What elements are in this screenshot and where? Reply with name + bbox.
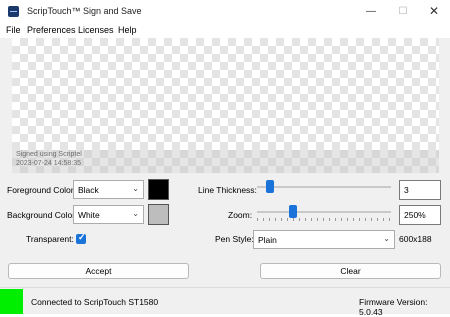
transparent-label: Transparent: (26, 234, 74, 244)
pen-style-select[interactable]: Plain ⌄ (253, 230, 395, 249)
foreground-color-value: Black (78, 185, 99, 195)
pen-size-text: 600x188 (399, 234, 432, 244)
status-bar: Connected to ScripTouch ST1580 Firmware … (0, 287, 450, 317)
line-thickness-value: 3 (404, 185, 409, 195)
signature-canvas[interactable]: Signed using Scriptel 2023-07-24 14:58:3… (12, 38, 439, 173)
chevron-down-icon: ⌄ (132, 184, 139, 193)
chevron-down-icon: ⌄ (132, 209, 139, 218)
firmware-version-text: Firmware Version: 5.0.43 (359, 297, 428, 317)
menu-licenses[interactable]: Licenses (78, 25, 114, 35)
foreground-color-swatch[interactable] (148, 179, 169, 200)
zoom-value: 250% (404, 210, 426, 220)
signed-using-text: Signed using Scriptel (16, 151, 82, 158)
close-button[interactable]: ✕ (418, 0, 450, 23)
zoom-label: Zoom: (228, 210, 253, 220)
line-thickness-label: Line Thickness: (198, 185, 257, 195)
accept-button[interactable]: Accept (8, 263, 189, 279)
background-color-value: White (78, 210, 100, 220)
checkmark-icon: ✓ (78, 232, 86, 242)
line-thickness-slider[interactable] (257, 178, 391, 196)
window-title: ScripTouch™ Sign and Save (27, 6, 142, 16)
minimize-button[interactable]: — (355, 0, 387, 23)
slider-ticks (257, 218, 391, 221)
slider-track (257, 186, 391, 188)
maximize-button[interactable]: ☐ (387, 0, 419, 23)
menu-help[interactable]: Help (118, 25, 137, 35)
slider-thumb[interactable] (289, 205, 298, 218)
clear-button[interactable]: Clear (260, 263, 441, 279)
transparent-checkbox[interactable]: ✓ (76, 232, 86, 244)
foreground-color-select[interactable]: Black ⌄ (73, 180, 144, 199)
title-bar: ScripTouch™ Sign and Save — ☐ ✕ (0, 0, 450, 23)
pen-style-label: Pen Style: (215, 234, 254, 244)
pen-style-value: Plain (258, 235, 277, 245)
menu-file[interactable]: File (6, 25, 21, 35)
background-color-select[interactable]: White ⌄ (73, 205, 144, 224)
menu-preferences[interactable]: Preferences (27, 25, 76, 35)
signature-timestamp: 2023-07-24 14:58:35 (16, 160, 81, 167)
app-window: ScripTouch™ Sign and Save — ☐ ✕ File Pre… (0, 0, 450, 317)
background-color-swatch[interactable] (148, 204, 169, 225)
zoom-slider[interactable] (257, 203, 391, 221)
chevron-down-icon: ⌄ (383, 234, 390, 243)
line-thickness-input[interactable]: 3 (399, 180, 441, 200)
scriptouch-app-icon (8, 6, 19, 17)
slider-thumb[interactable] (266, 180, 275, 193)
menu-bar: File Preferences Licenses Help (0, 23, 450, 38)
connection-status-text: Connected to ScripTouch ST1580 (31, 297, 159, 307)
zoom-input[interactable]: 250% (399, 205, 441, 225)
background-color-label: Background Color: (7, 210, 78, 220)
connection-status-indicator (0, 289, 23, 314)
foreground-color-label: Foreground Color: (7, 185, 76, 195)
slider-track (257, 211, 391, 213)
